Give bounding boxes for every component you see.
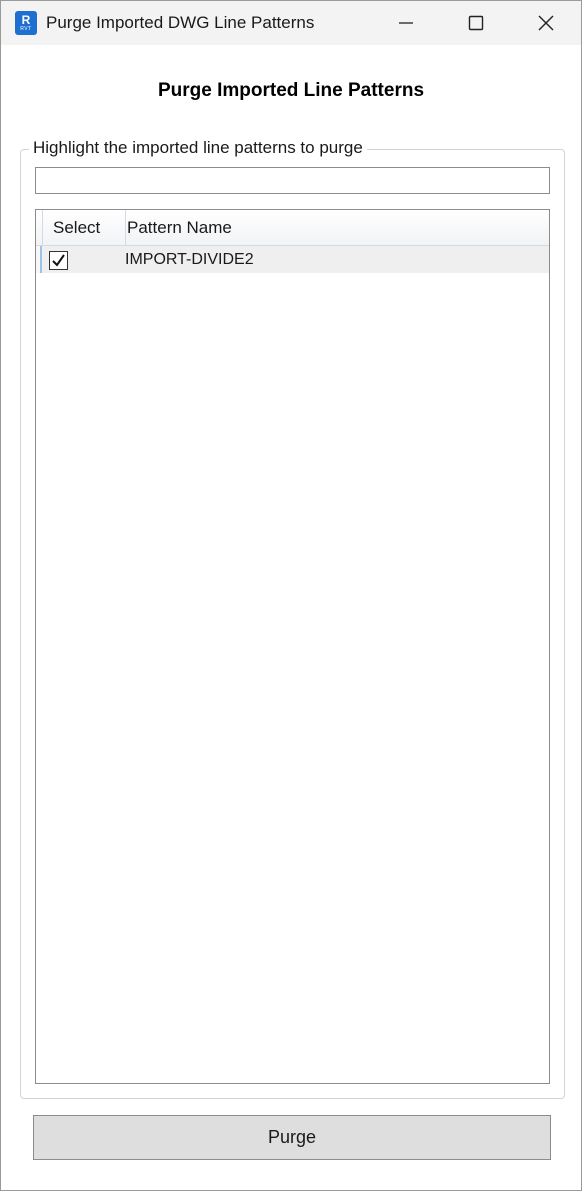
close-icon xyxy=(538,15,554,31)
purge-button[interactable]: Purge xyxy=(33,1115,551,1160)
app-icon-sub: RVT xyxy=(20,26,32,32)
select-checkbox[interactable] xyxy=(49,251,68,270)
column-header-select[interactable]: Select xyxy=(42,210,126,246)
window-title: Purge Imported DWG Line Patterns xyxy=(46,13,315,32)
column-header-pattern-name[interactable]: Pattern Name xyxy=(127,210,547,246)
checkmark-icon xyxy=(52,254,65,267)
pattern-name-cell: IMPORT-DIVIDE2 xyxy=(125,251,254,268)
grid-header: Select Pattern Name xyxy=(36,210,549,246)
groupbox-label: Highlight the imported line patterns to … xyxy=(29,138,367,158)
table-row[interactable]: IMPORT-DIVIDE2 xyxy=(36,246,549,273)
pattern-grid: Select Pattern Name IMPORT-DIVIDE2 xyxy=(35,209,550,1084)
close-button[interactable] xyxy=(511,1,581,45)
revit-app-icon: R RVT xyxy=(15,11,37,35)
maximize-button[interactable] xyxy=(441,1,511,45)
row-header[interactable] xyxy=(36,246,42,273)
minimize-icon xyxy=(399,22,413,24)
maximize-icon xyxy=(468,15,484,31)
title-bar[interactable]: R RVT Purge Imported DWG Line Patterns xyxy=(1,1,581,45)
app-icon-letter: R xyxy=(21,13,31,27)
page-title: Purge Imported Line Patterns xyxy=(157,80,425,101)
minimize-button[interactable] xyxy=(371,1,441,45)
dialog-window: R RVT Purge Imported DWG Line Patterns P… xyxy=(0,0,582,1191)
filter-input[interactable] xyxy=(35,167,550,194)
